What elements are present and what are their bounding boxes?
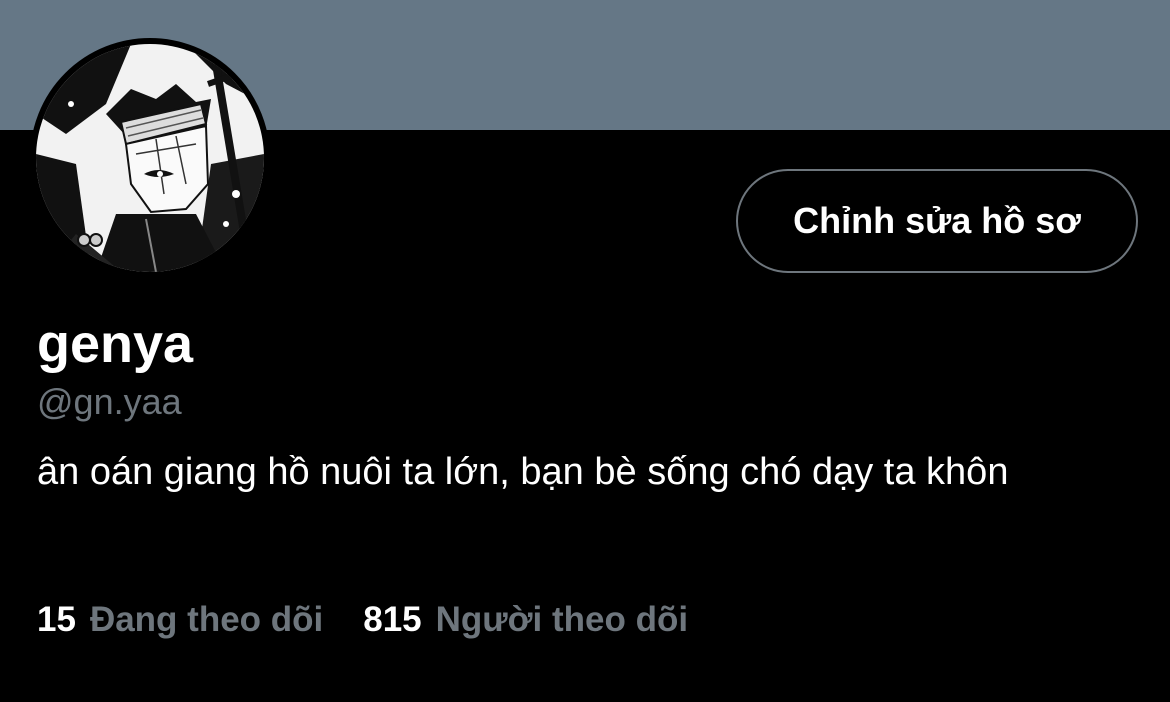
followers-count: 815 [363, 600, 422, 639]
avatar-image [36, 44, 264, 272]
edit-profile-button[interactable]: Chỉnh sửa hồ sơ [736, 169, 1138, 273]
following-count: 15 [37, 600, 76, 639]
following-link[interactable]: 15 Đang theo dõi [37, 596, 323, 644]
followers-link[interactable]: 815 Người theo dõi [363, 596, 688, 644]
following-label: Đang theo dõi [89, 600, 324, 639]
followers-label: Người theo dõi [435, 600, 689, 639]
profile-bio: ân oán giang hồ nuôi ta lớn, bạn bè sống… [37, 451, 1009, 493]
user-handle: @gn.yaa [37, 381, 182, 422]
follow-stats: 15 Đang theo dõi 815 Người theo dõi [37, 596, 688, 644]
edit-profile-button-label: Chỉnh sửa hồ sơ [793, 200, 1081, 241]
display-name: genya [37, 314, 194, 374]
profile-avatar[interactable] [30, 38, 270, 278]
profile-page: Chỉnh sửa hồ sơ genya @gn.yaa ân oán gia… [0, 0, 1170, 702]
